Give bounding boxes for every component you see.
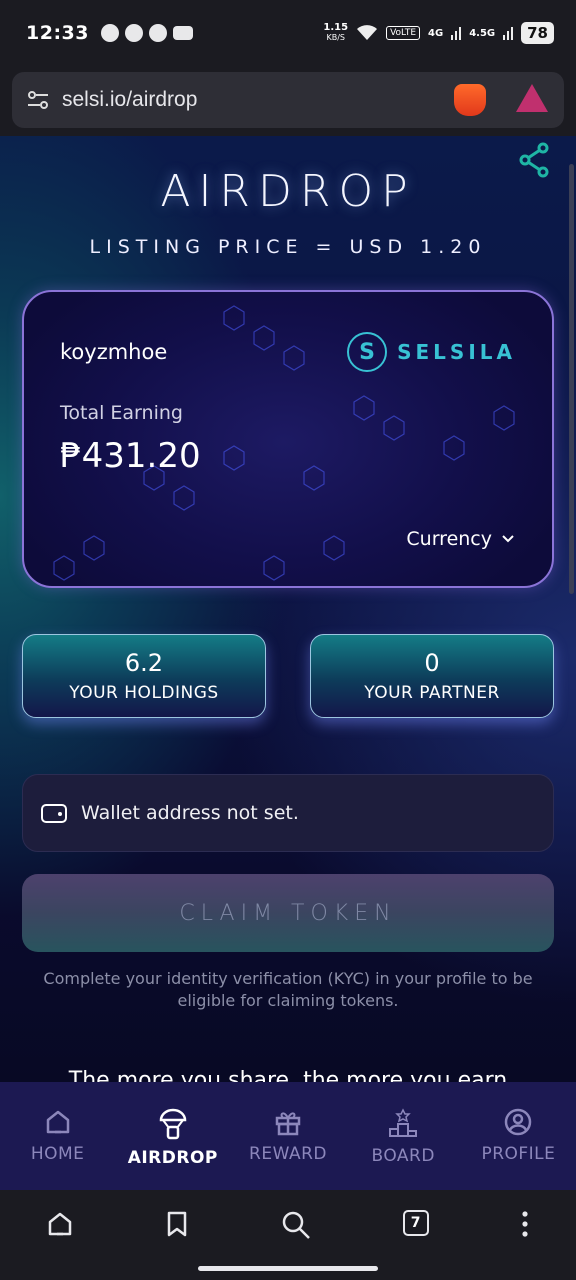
address-bar[interactable]: selsi.io/airdrop xyxy=(12,72,564,128)
page-title: AIRDROP xyxy=(160,166,416,217)
net1: 4G xyxy=(428,27,444,39)
browser-toolbar: selsi.io/airdrop xyxy=(0,66,576,136)
brand-name: SELSILA xyxy=(397,340,516,364)
holdings-label: YOUR HOLDINGS xyxy=(69,683,219,703)
chat-icon xyxy=(100,24,119,42)
scrollbar[interactable] xyxy=(569,164,574,594)
bookmark-icon[interactable] xyxy=(165,1210,189,1238)
status-bar: 12:33 1.15 KB/S VoLTE 4G 4.5G 78 xyxy=(0,0,576,66)
status-right: 1.15 KB/S VoLTE 4G 4.5G 78 xyxy=(323,22,554,44)
brave-shields-icon[interactable] xyxy=(454,84,486,116)
total-earning-label: Total Earning xyxy=(60,402,183,424)
selsila-logo-icon: S xyxy=(347,332,388,372)
tab-reward-label: REWARD xyxy=(249,1144,327,1164)
tab-home[interactable]: HOME xyxy=(0,1082,115,1190)
site-settings-icon[interactable] xyxy=(26,88,50,112)
parachute-icon xyxy=(159,1108,187,1140)
signal-icon xyxy=(451,27,462,40)
battery-indicator: 78 xyxy=(521,22,554,44)
tabs-button[interactable]: 7 xyxy=(402,1210,429,1236)
net2: 4.5G xyxy=(469,27,496,39)
brave-rewards-icon[interactable] xyxy=(516,84,548,112)
home-icon xyxy=(46,1110,69,1134)
tab-airdrop-label: AIRDROP xyxy=(127,1148,218,1168)
brave-small-icon xyxy=(148,24,167,42)
app-tab-bar: HOME AIRDROP REWARD BOARD PROFILE xyxy=(0,1082,576,1190)
youtube-icon xyxy=(172,26,193,40)
tab-board-label: BOARD xyxy=(371,1146,435,1166)
home-indicator[interactable] xyxy=(198,1266,378,1271)
podium-icon xyxy=(389,1108,418,1137)
wallet-text: Wallet address not set. xyxy=(81,802,299,824)
tab-profile-label: PROFILE xyxy=(481,1144,556,1164)
profile-icon xyxy=(505,1108,532,1136)
url-text[interactable]: selsi.io/airdrop xyxy=(62,88,197,112)
tab-home-label: HOME xyxy=(30,1144,85,1164)
holdings-value: 6.2 xyxy=(124,649,164,677)
tab-reward[interactable]: REWARD xyxy=(230,1082,345,1190)
menu-icon[interactable] xyxy=(520,1210,530,1238)
status-time: 12:33 xyxy=(26,22,89,44)
tab-airdrop[interactable]: AIRDROP xyxy=(115,1082,230,1190)
earning-card: koyzmhoe S SELSILA Total Earning ₱431.20… xyxy=(22,290,554,588)
wifi-icon xyxy=(357,25,378,40)
wallet-icon xyxy=(41,804,67,823)
net-unit: KB/S xyxy=(326,33,345,42)
username: koyzmhoe xyxy=(60,340,168,364)
brand-logo: S SELSILA xyxy=(347,332,516,372)
currency-dropdown[interactable]: Currency xyxy=(406,528,514,550)
wallet-status[interactable]: Wallet address not set. xyxy=(22,774,554,852)
tab-board[interactable]: BOARD xyxy=(346,1082,461,1190)
partner-value: 0 xyxy=(424,649,440,677)
search-icon[interactable] xyxy=(281,1210,311,1240)
gift-icon xyxy=(275,1112,301,1136)
partner-label: YOUR PARTNER xyxy=(364,683,500,703)
holdings-card[interactable]: 6.2 YOUR HOLDINGS xyxy=(22,634,266,718)
facebook-icon xyxy=(124,24,143,42)
signal-icon-2 xyxy=(503,27,514,40)
partner-card[interactable]: 0 YOUR PARTNER xyxy=(310,634,554,718)
browser-home-icon[interactable] xyxy=(46,1210,74,1238)
listing-price: LISTING PRICE = USD 1.20 xyxy=(89,236,487,258)
chevron-down-icon xyxy=(502,535,514,543)
claim-token-button[interactable]: CLAIM TOKEN xyxy=(22,874,554,952)
net-speed: 1.15 xyxy=(323,22,349,33)
claim-token-label: CLAIM TOKEN xyxy=(179,900,397,926)
currency-label: Currency xyxy=(406,528,492,550)
airdrop-page: AIRDROP LISTING PRICE = USD 1.20 koyzmho… xyxy=(0,136,576,1190)
tab-profile[interactable]: PROFILE xyxy=(461,1082,576,1190)
volte-badge: VoLTE xyxy=(386,26,421,40)
tabs-count: 7 xyxy=(410,1215,421,1231)
total-earning-value: ₱431.20 xyxy=(60,436,201,476)
kyc-note: Complete your identity verification (KYC… xyxy=(43,969,533,1010)
notification-icons xyxy=(100,24,193,42)
